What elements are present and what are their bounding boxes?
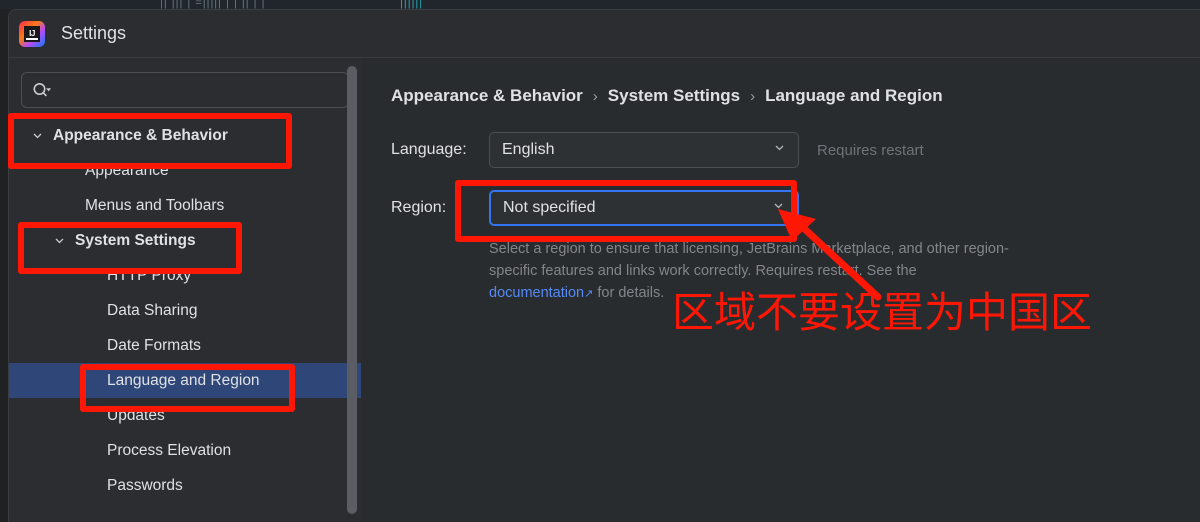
- sidebar-item-passwords[interactable]: Passwords: [9, 468, 361, 503]
- chevron-down-icon[interactable]: [772, 199, 785, 217]
- search-input[interactable]: [58, 82, 338, 98]
- sidebar-item-label: Passwords: [107, 476, 183, 494]
- region-dropdown[interactable]: Not specified: [489, 190, 799, 226]
- background-ghost-text: || ||| | =||||| | | || | |: [160, 0, 266, 9]
- dialog-body: Appearance & Behavior Appearance Menus a…: [9, 58, 1200, 522]
- language-value: English: [502, 141, 555, 158]
- language-dropdown[interactable]: English: [489, 132, 799, 168]
- sidebar-item-label: Date Formats: [107, 336, 201, 354]
- sidebar-scrollbar-thumb[interactable]: [347, 66, 357, 514]
- breadcrumb-separator-icon: ›: [592, 87, 598, 105]
- breadcrumb-item-language-and-region: Language and Region: [765, 86, 943, 105]
- sidebar-item-language-and-region[interactable]: Language and Region: [9, 363, 361, 398]
- chevron-down-icon[interactable]: [773, 141, 786, 159]
- region-row: Region: Not specified: [391, 190, 1200, 226]
- sidebar-item-http-proxy[interactable]: HTTP Proxy: [9, 258, 361, 293]
- breadcrumb-separator-icon: ›: [750, 87, 756, 105]
- help-text-part2: for details.: [593, 285, 665, 301]
- sidebar-item-menus-and-toolbars[interactable]: Menus and Toolbars: [9, 188, 361, 223]
- sidebar-item-appearance-and-behavior[interactable]: Appearance & Behavior: [9, 118, 361, 153]
- breadcrumb-item-system-settings[interactable]: System Settings: [608, 86, 740, 106]
- sidebar-item-label: Process Elevation: [107, 441, 232, 459]
- sidebar-scrollbar-track[interactable]: [347, 62, 359, 518]
- documentation-link[interactable]: documentation: [489, 285, 584, 301]
- window-title: Settings: [61, 23, 127, 43]
- sidebar-item-label: Appearance: [85, 161, 169, 179]
- sidebar-item-label: System Settings: [75, 231, 196, 249]
- background-window-sliver: || ||| | =||||| | | || | | ||||||: [0, 0, 1200, 9]
- chevron-down-icon[interactable]: [29, 128, 45, 144]
- sidebar-item-label: HTTP Proxy: [107, 266, 192, 284]
- sidebar-item-updates[interactable]: Updates: [9, 398, 361, 433]
- region-label: Region:: [391, 199, 447, 216]
- sidebar-item-data-sharing[interactable]: Data Sharing: [9, 293, 361, 328]
- settings-sidebar: Appearance & Behavior Appearance Menus a…: [9, 58, 361, 522]
- sidebar-item-appearance[interactable]: Appearance: [9, 153, 361, 188]
- region-value: Not specified: [503, 199, 596, 216]
- settings-dialog: IJ Settings Appearance & Behavior Appear…: [8, 9, 1200, 522]
- help-text-part1: Select a region to ensure that licensing…: [489, 241, 1009, 279]
- breadcrumb: Appearance & Behavior › System Settings …: [391, 86, 1200, 106]
- sidebar-item-process-elevation[interactable]: Process Elevation: [9, 433, 361, 468]
- sidebar-item-label: Menus and Toolbars: [85, 196, 225, 214]
- sidebar-item-label: Appearance & Behavior: [53, 126, 228, 144]
- title-bar: IJ Settings: [9, 10, 1200, 58]
- breadcrumb-item-appearance-and-behavior[interactable]: Appearance & Behavior: [391, 86, 583, 106]
- search-box[interactable]: [21, 72, 349, 108]
- sidebar-item-date-formats[interactable]: Date Formats: [9, 328, 361, 363]
- background-ghost-accent: ||||||: [400, 0, 424, 9]
- logo-underline: [26, 37, 38, 40]
- sidebar-item-label: Updates: [107, 406, 165, 424]
- sidebar-item-system-settings[interactable]: System Settings: [9, 223, 361, 258]
- region-help-text: Select a region to ensure that licensing…: [489, 238, 1009, 305]
- intellij-idea-logo-icon: IJ: [19, 20, 45, 47]
- settings-content-pane: Appearance & Behavior › System Settings …: [361, 58, 1200, 522]
- sidebar-item-label: Data Sharing: [107, 301, 198, 319]
- search-icon: [32, 82, 52, 98]
- language-row: Language: English Requires restart: [391, 132, 1200, 168]
- language-label: Language:: [391, 141, 467, 158]
- sidebar-item-label: Language and Region: [107, 371, 260, 389]
- chevron-down-icon[interactable]: [51, 233, 67, 249]
- settings-tree: Appearance & Behavior Appearance Menus a…: [9, 118, 361, 503]
- external-link-icon: ↗: [584, 288, 594, 300]
- requires-restart-hint: Requires restart: [817, 141, 924, 159]
- search-area: [9, 58, 361, 118]
